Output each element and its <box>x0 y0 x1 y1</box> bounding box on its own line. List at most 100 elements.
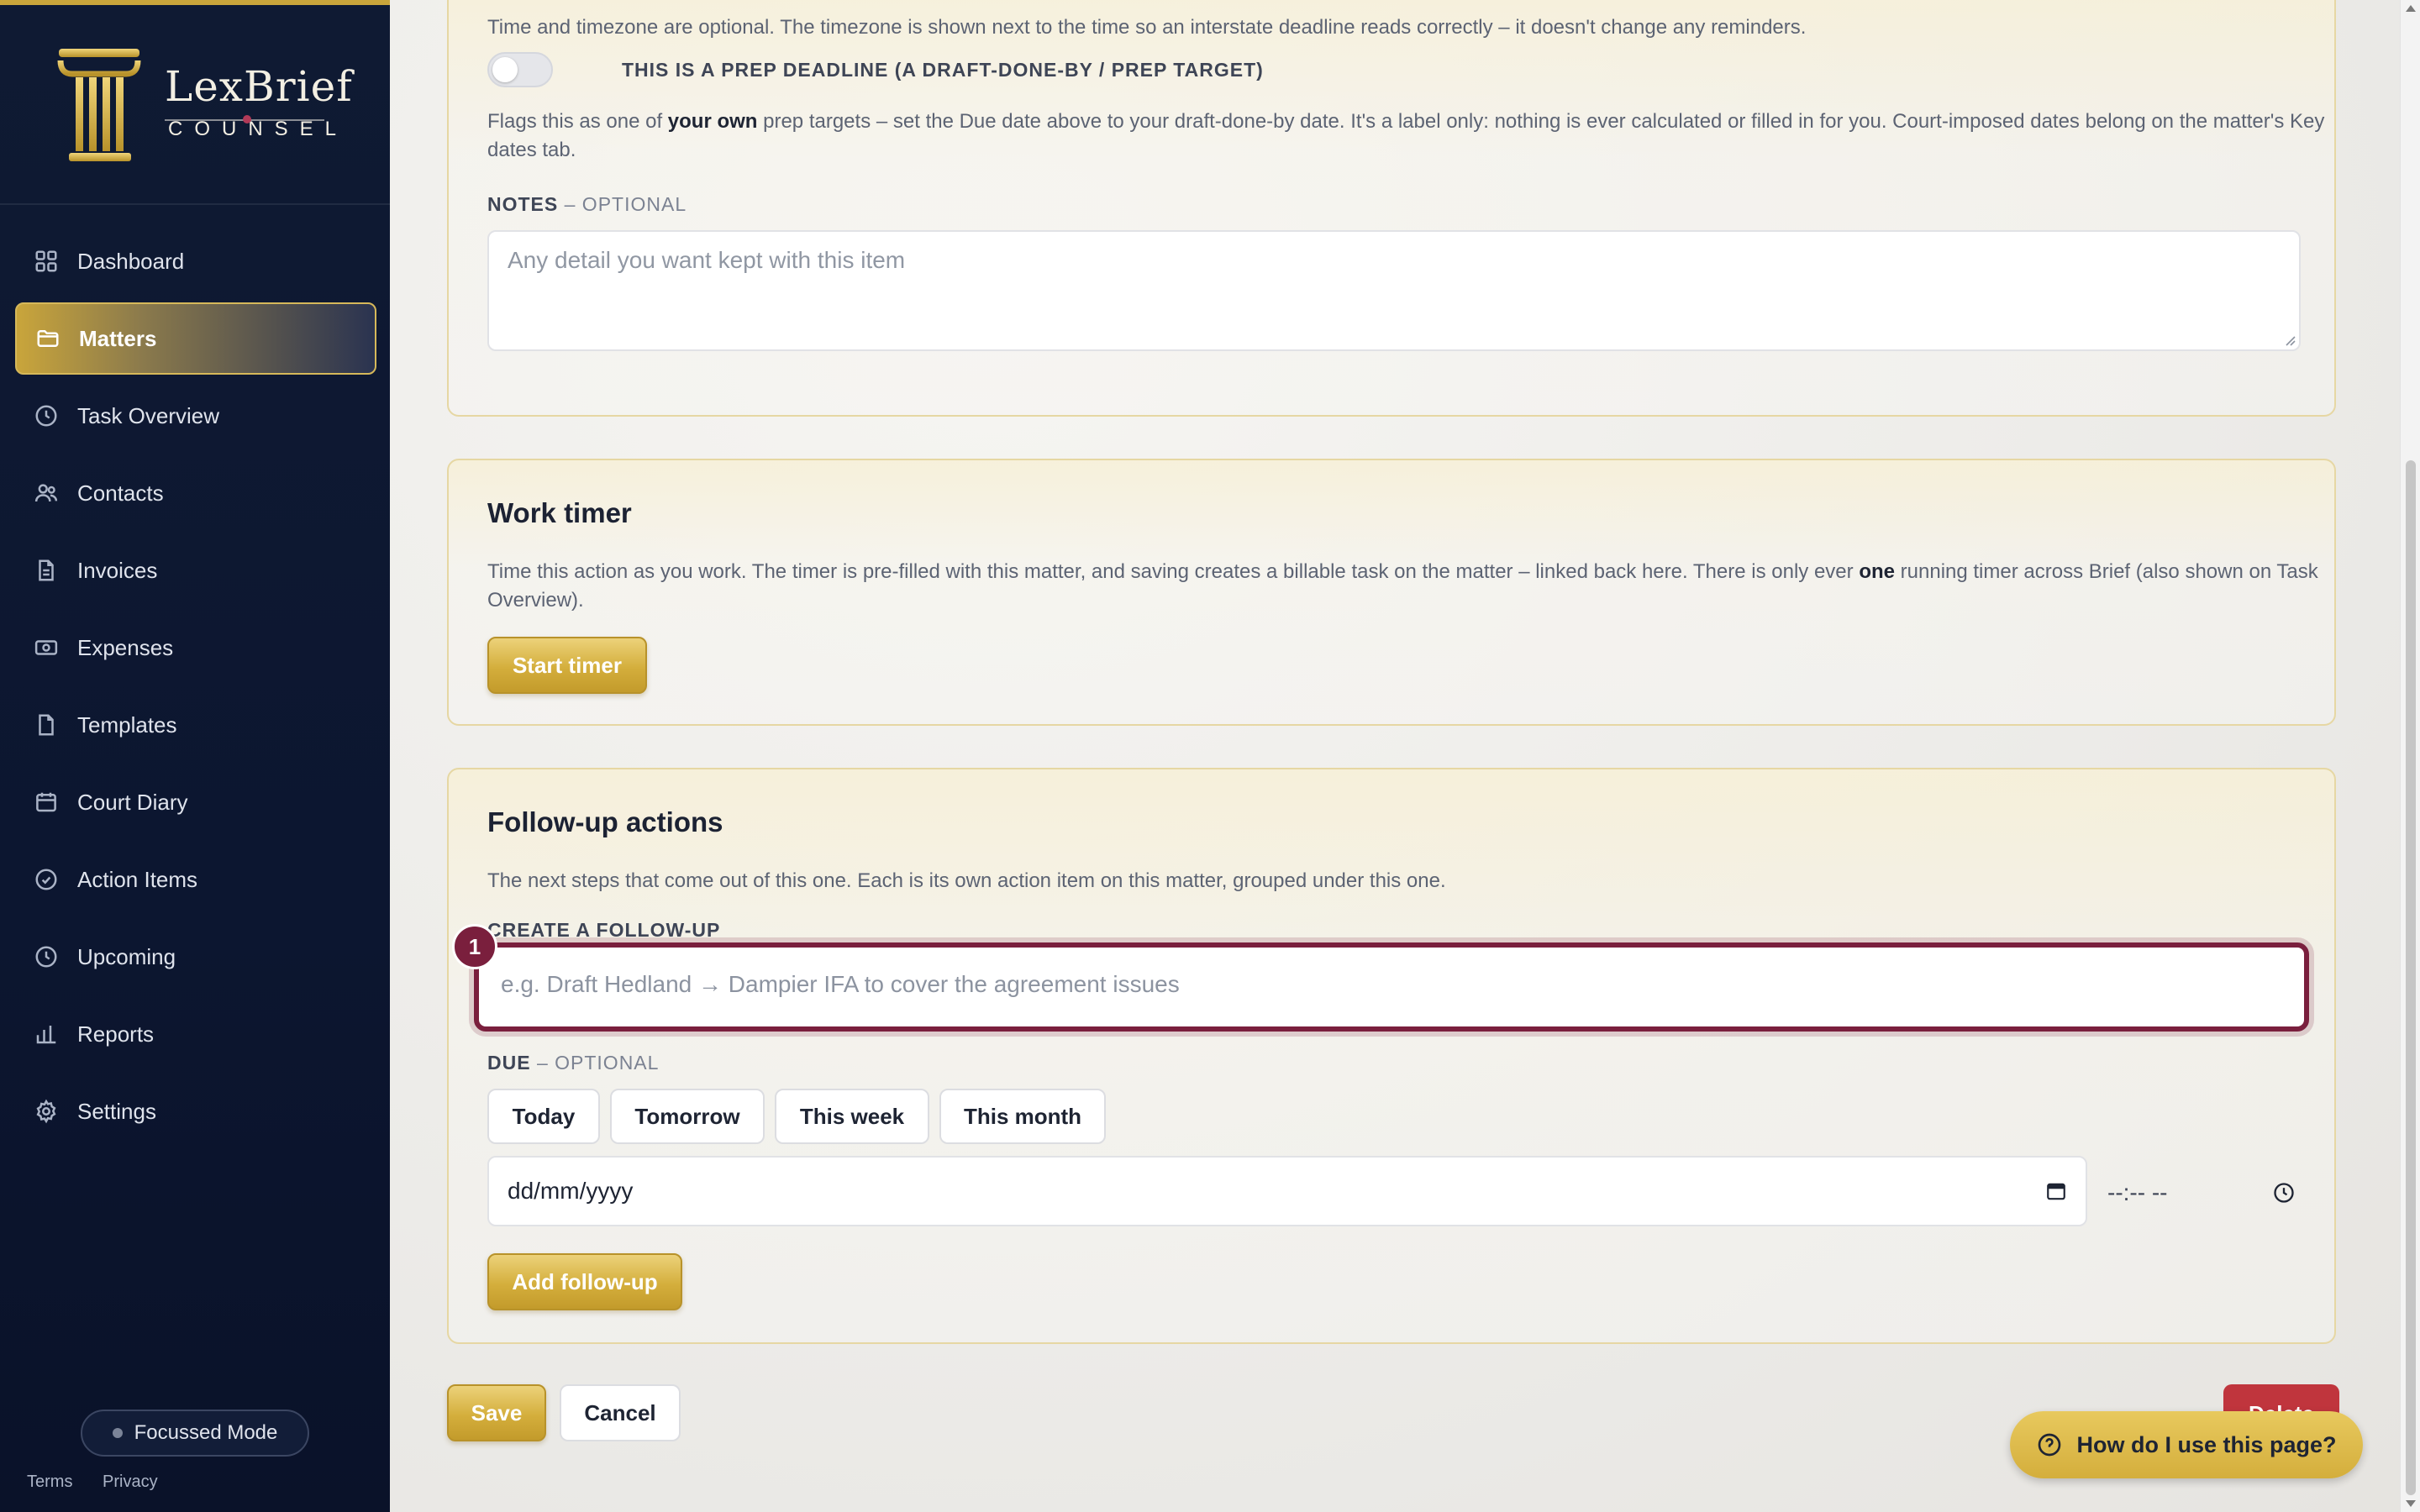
time-placeholder: --:-- -- <box>2107 1179 2168 1205</box>
privacy-link[interactable]: Privacy <box>103 1473 158 1491</box>
sidebar-item-label: Invoices <box>77 557 158 583</box>
prep-deadline-help: Flags this as one of your own prep targe… <box>487 108 2328 165</box>
toggle-knob <box>492 57 518 82</box>
notes-textarea[interactable]: Any detail you want kept with this item <box>487 230 2301 351</box>
sidebar-item-templates[interactable]: Templates <box>15 689 376 761</box>
notes-label: NOTES – OPTIONAL <box>487 193 687 216</box>
sidebar-item-upcoming[interactable]: Upcoming <box>15 921 376 993</box>
sidebar-item-label: Court Diary <box>77 789 188 815</box>
follow-up-placeholder: e.g. Draft Hedland → Dampier IFA to cove… <box>501 971 1180 997</box>
step-badge: 1 <box>452 924 497 969</box>
main-content: Time and timezone are optional. The time… <box>390 0 2400 1512</box>
logo-wordmark: LexBrief COUNSEL <box>165 62 353 141</box>
file-icon <box>39 714 54 736</box>
sidebar-item-label: Action Items <box>77 866 198 892</box>
add-follow-up-button[interactable]: Add follow-up <box>487 1253 682 1310</box>
due-optional-hint: – OPTIONAL <box>530 1052 660 1074</box>
due-tomorrow-button[interactable]: Tomorrow <box>610 1089 765 1144</box>
clock-icon[interactable] <box>2272 1181 2296 1205</box>
page-scrollbar[interactable] <box>2400 0 2420 1512</box>
banknote-icon <box>34 640 58 655</box>
prep-help-text: Flags this as one of <box>487 110 668 133</box>
sidebar-item-label: Upcoming <box>77 943 176 969</box>
gear-icon <box>36 1099 56 1124</box>
due-label: DUE – OPTIONAL <box>487 1052 659 1074</box>
due-label-text: DUE <box>487 1052 531 1074</box>
file-icon <box>39 559 54 581</box>
due-this-week-button[interactable]: This week <box>775 1089 929 1144</box>
users-icon <box>34 484 58 502</box>
logo-subtitle: COUNSEL <box>168 118 349 140</box>
sidebar-item-contacts[interactable]: Contacts <box>15 457 376 529</box>
timezone-note: Time and timezone are optional. The time… <box>487 16 1807 39</box>
follow-up-card: Follow-up actions The next steps that co… <box>447 768 2336 1344</box>
sidebar-item-court-diary[interactable]: Court Diary <box>15 766 376 838</box>
sidebar-item-label: Task Overview <box>77 402 220 428</box>
sidebar-item-label: Templates <box>77 711 177 738</box>
sidebar-item-label: Reports <box>77 1021 155 1047</box>
notes-placeholder: Any detail you want kept with this item <box>508 247 906 273</box>
clock-icon <box>35 405 57 427</box>
calendar-icon <box>36 792 56 812</box>
status-dot <box>112 1428 123 1438</box>
prep-deadline-toggle[interactable] <box>487 52 553 87</box>
cancel-button[interactable]: Cancel <box>560 1384 681 1441</box>
focussed-mode-label: Focussed Mode <box>134 1421 278 1444</box>
sidebar-item-expenses[interactable]: Expenses <box>15 612 376 684</box>
due-date-input[interactable]: dd/mm/yyyy <box>487 1156 2087 1226</box>
terms-link[interactable]: Terms <box>27 1473 72 1491</box>
sidebar-item-invoices[interactable]: Invoices <box>15 534 376 606</box>
pillar-logo-icon <box>57 49 141 161</box>
sidebar-item-label: Matters <box>79 325 157 351</box>
help-button-label: How do I use this page? <box>2076 1431 2337 1457</box>
notes-label-text: NOTES <box>487 193 559 215</box>
logo-dot <box>243 115 251 123</box>
save-button[interactable]: Save <box>447 1384 546 1441</box>
sidebar-item-label: Dashboard <box>77 248 185 274</box>
sidebar-item-reports[interactable]: Reports <box>15 998 376 1070</box>
follow-up-description: The next steps that come out of this one… <box>487 869 1446 892</box>
follow-up-input[interactable]: e.g. Draft Hedland → Dampier IFA to cove… <box>474 942 2309 1032</box>
help-button[interactable]: How do I use this page? <box>2010 1411 2363 1478</box>
prep-help-emphasis: your own <box>667 110 758 133</box>
sidebar-divider <box>0 203 390 205</box>
check-circle-icon <box>35 869 57 890</box>
clock-icon <box>35 946 57 968</box>
timer-desc-text: Time this action as you work. The timer … <box>487 560 1860 583</box>
work-timer-description: Time this action as you work. The timer … <box>487 558 2328 615</box>
sidebar-item-label: Expenses <box>77 634 174 660</box>
sidebar-item-dashboard[interactable]: Dashboard <box>15 225 376 297</box>
create-follow-up-label: CREATE A FOLLOW-UP <box>487 919 721 941</box>
follow-up-title: Follow-up actions <box>487 806 723 837</box>
sidebar-item-label: Settings <box>77 1098 156 1124</box>
notes-optional-hint: – OPTIONAL <box>558 193 687 215</box>
resize-handle-icon[interactable] <box>2282 333 2296 346</box>
sidebar-nav: Dashboard Matters Task Overview Contacts… <box>15 225 376 1152</box>
sidebar-item-matters[interactable]: Matters <box>15 302 376 375</box>
date-placeholder: dd/mm/yyyy <box>508 1178 634 1204</box>
sidebar: LexBrief COUNSEL Dashboard Matters Task … <box>0 0 390 1512</box>
sidebar-item-label: Contacts <box>77 480 164 506</box>
sidebar-item-settings[interactable]: Settings <box>15 1075 376 1147</box>
scroll-up-arrow[interactable] <box>2406 5 2416 12</box>
timer-desc-emphasis: one <box>1859 560 1895 583</box>
sidebar-footer-links: Terms Privacy <box>27 1473 183 1492</box>
deadline-details-card: Time and timezone are optional. The time… <box>447 0 2336 417</box>
scroll-thumb[interactable] <box>2406 460 2416 1495</box>
prep-help-text-end: prep targets – set the Due date above to… <box>487 110 2325 161</box>
due-time-input[interactable]: --:-- -- <box>2101 1166 2302 1220</box>
focussed-mode-toggle[interactable]: Focussed Mode <box>81 1410 309 1457</box>
bar-chart-icon <box>36 1026 56 1044</box>
sidebar-item-action-items[interactable]: Action Items <box>15 843 376 916</box>
calendar-icon[interactable] <box>2045 1180 2067 1202</box>
due-today-button[interactable]: Today <box>487 1089 600 1144</box>
work-timer-title: Work timer <box>487 497 632 528</box>
due-this-month-button[interactable]: This month <box>939 1089 1106 1144</box>
folder-icon <box>37 330 59 347</box>
work-timer-card: Work timer Time this action as you work.… <box>447 459 2336 726</box>
start-timer-button[interactable]: Start timer <box>487 637 647 694</box>
prep-deadline-label: THIS IS A PREP DEADLINE (A DRAFT-DONE-BY… <box>622 59 1264 81</box>
scroll-down-arrow[interactable] <box>2406 1500 2416 1507</box>
logo-name: LexBrief <box>165 62 353 111</box>
sidebar-item-task-overview[interactable]: Task Overview <box>15 380 376 452</box>
